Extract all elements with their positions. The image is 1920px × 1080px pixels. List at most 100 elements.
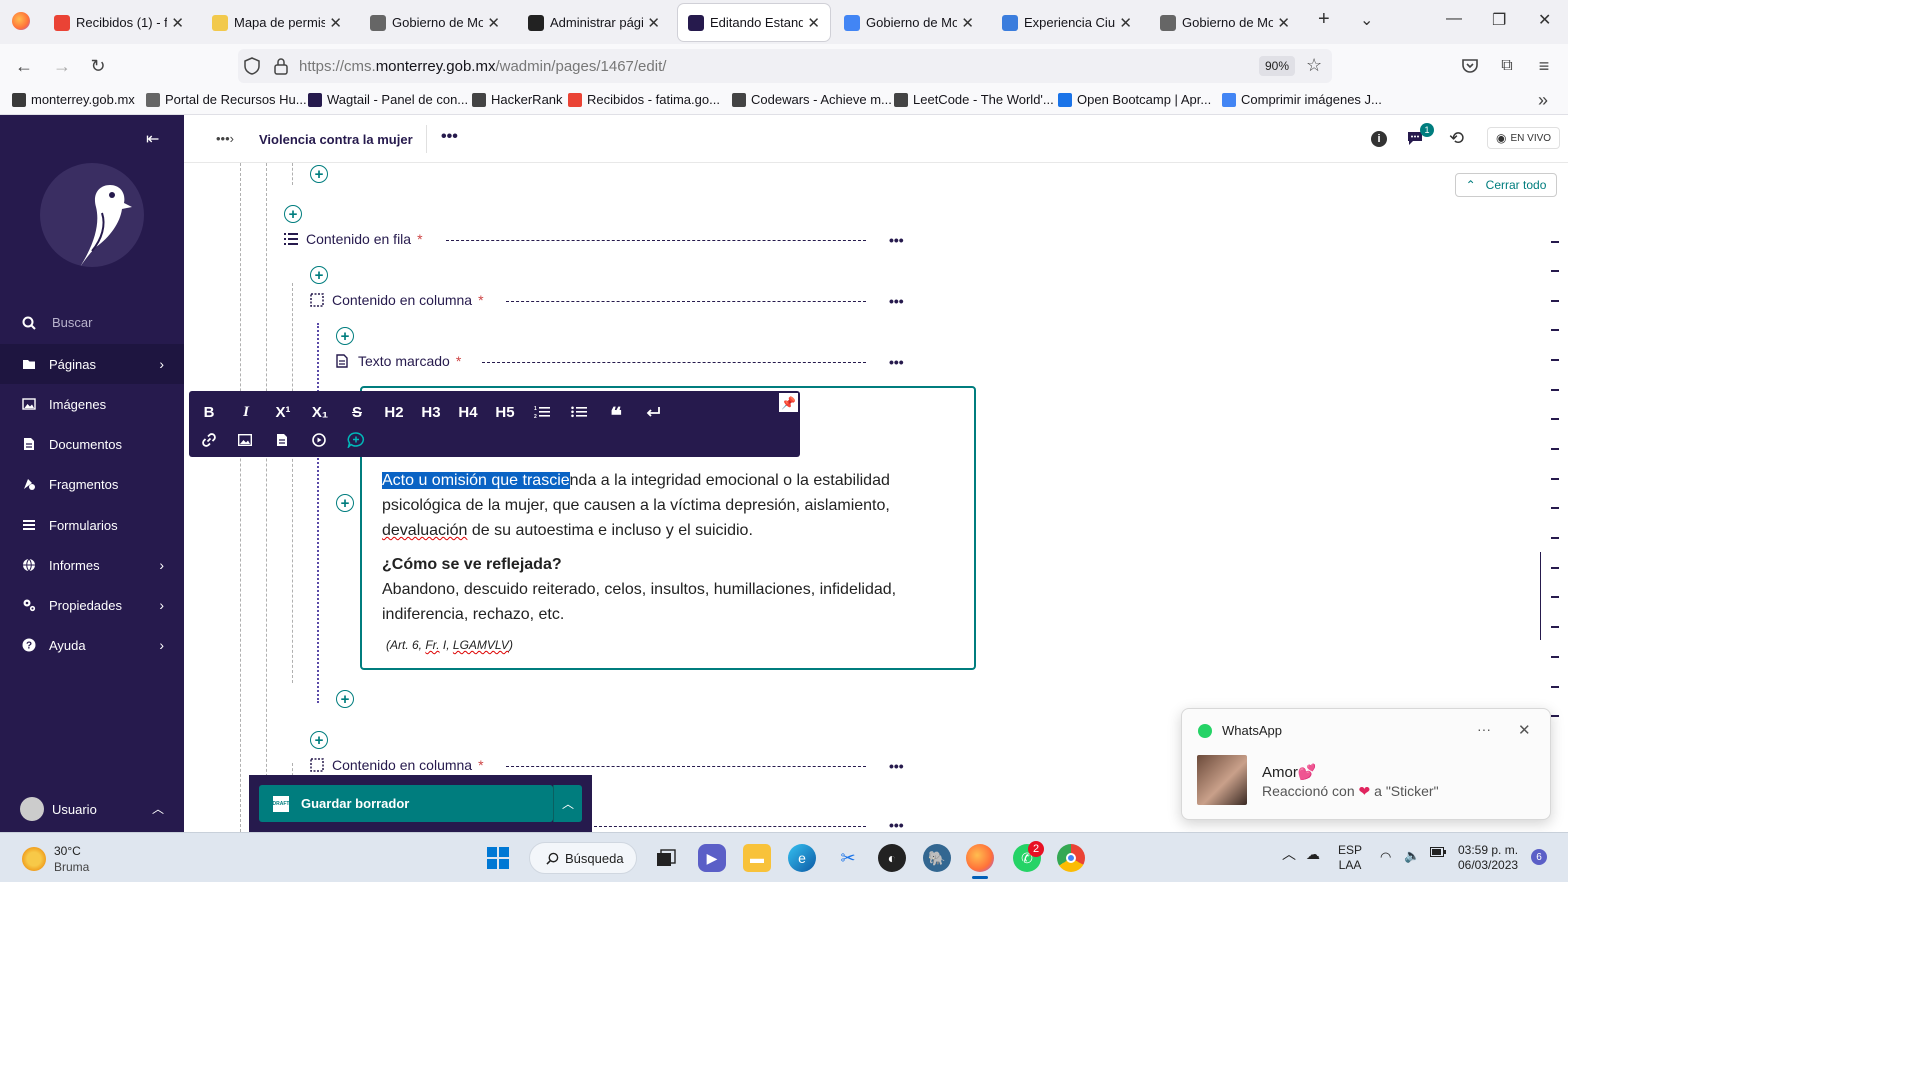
sidebar-item-formularios[interactable]: Formularios [0,505,184,545]
add-block-button[interactable]: + [336,327,354,345]
task-view-icon[interactable] [652,844,680,872]
heading3-button[interactable]: H3 [417,400,445,424]
live-status-button[interactable]: ◉ EN VIVO [1487,127,1561,149]
browser-tab[interactable]: Recibidos (1) - fatima✕ [44,4,194,41]
add-block-button[interactable]: + [310,731,328,749]
notification-count-badge[interactable]: 6 [1531,849,1547,865]
paragraph-text[interactable]: nda a la integridad emocional o la estab… [570,472,890,489]
bookmark-star-icon[interactable]: ☆ [1306,55,1322,76]
italic-button[interactable]: I [232,400,260,424]
blockquote-icon[interactable]: ❝ [602,400,630,427]
address-bar[interactable]: https://cms.monterrey.gob.mx/wadmin/page… [238,49,1332,83]
windows-start-icon[interactable] [484,844,512,872]
embed-icon[interactable] [305,428,333,452]
postgres-icon[interactable]: 🐘 [923,844,951,872]
show-hidden-icons-button[interactable]: ︿ [1282,847,1296,862]
close-tab-icon[interactable]: ✕ [1119,14,1132,32]
new-tab-button[interactable]: + [1318,8,1330,31]
more-actions-button[interactable]: ︿ [553,785,582,822]
lock-icon[interactable] [274,57,288,75]
block-header-text[interactable]: Texto marcado * [336,353,461,369]
more-bookmarks-icon[interactable]: » [1538,90,1548,111]
block-header-column[interactable]: Contenido en columna * [310,292,484,308]
minimize-button[interactable]: — [1446,10,1462,28]
heading2-button[interactable]: H2 [380,400,408,424]
info-icon[interactable]: i [1371,131,1387,147]
ordered-list-icon[interactable]: 12 [528,400,556,424]
browser-tab[interactable]: Editando Estandares✕ [678,4,830,41]
add-block-button[interactable]: + [310,266,328,284]
wifi-icon[interactable]: ◠ [1380,849,1391,864]
sidebar-item-informes[interactable]: Informes › [0,545,184,585]
user-menu[interactable]: Usuario ︿ [20,797,164,821]
sidebar-item-documentos[interactable]: Documentos [0,424,184,464]
subscript-button[interactable]: X₁ [306,400,334,424]
chrome-icon[interactable] [1057,844,1085,872]
editor-paragraph[interactable]: Abandono, descuido reiterado, celos, ins… [382,577,896,602]
add-block-button[interactable]: + [336,494,354,512]
editor-citation[interactable]: (Art. 6, Fr. I, LGAMVLV) [386,633,513,658]
superscript-button[interactable]: X¹ [269,400,297,424]
back-button[interactable]: ← [12,54,36,78]
bookmark-item[interactable]: LeetCode - The World'... [894,92,1054,107]
weather-widget[interactable]: 30°C Bruma [22,843,89,875]
browser-tab[interactable]: Administrar páginas✕ [518,4,670,41]
bookmark-item[interactable]: Open Bootcamp | Apr... [1058,92,1211,107]
misspelled-word[interactable]: devaluación [382,522,467,539]
block-menu-button[interactable]: ••• [889,354,904,370]
browser-tab[interactable]: Gobierno de Monterrey✕ [360,4,510,41]
close-tab-icon[interactable]: ✕ [329,14,342,32]
bookmark-item[interactable]: monterrey.gob.mx [12,92,135,107]
save-draft-button[interactable]: DRAFT Guardar borrador [259,785,553,822]
taskbar-search[interactable]: Búsqueda [529,842,637,874]
firefox-icon[interactable] [966,844,994,872]
bullet-list-icon[interactable] [565,400,593,424]
onedrive-icon[interactable]: ☁ [1306,847,1320,862]
editor-paragraph[interactable]: psicológica de la mujer, que causen a la… [382,493,890,518]
url-text[interactable]: https://cms.monterrey.gob.mx/wadmin/page… [299,58,666,75]
teams-chat-icon[interactable]: ▶ [698,844,726,872]
sidebar-item-ayuda[interactable]: ? Ayuda › [0,625,184,665]
comment-add-icon[interactable] [342,428,370,452]
close-tab-icon[interactable]: ✕ [647,14,660,32]
obs-icon[interactable]: ◐ [878,844,906,872]
sidebar-item-fragmentos[interactable]: Fragmentos [0,464,184,504]
line-break-icon[interactable] [639,400,667,424]
snipping-tool-icon[interactable]: ✂ [834,844,862,872]
hamburger-menu-icon[interactable]: ≡ [1532,54,1556,78]
sidebar-item-paginas[interactable]: Páginas › [0,344,184,384]
whatsapp-notification[interactable]: WhatsApp ··· ✕ Amor💕 Reaccionó con ❤ a "… [1181,708,1551,820]
shield-icon[interactable] [244,57,260,75]
bookmark-item[interactable]: Comprimir imágenes J... [1222,92,1382,107]
block-menu-button[interactable]: ••• [889,232,904,248]
block-menu-button[interactable]: ••• [889,817,904,832]
firefox-menu-icon[interactable] [12,12,30,30]
extensions-icon[interactable]: ⧉ [1495,54,1519,78]
add-block-button[interactable]: + [336,690,354,708]
browser-tab[interactable]: Mapa de permisos✕ [202,4,352,41]
collapse-sidebar-icon[interactable]: ⇤ [146,129,159,149]
close-all-button[interactable]: ⌃ Cerrar todo [1455,173,1557,197]
heading5-button[interactable]: H5 [491,400,519,424]
sidebar-search[interactable]: Buscar [22,315,92,330]
bookmark-item[interactable]: HackerRank [472,92,563,107]
clock[interactable]: 03:59 p. m. 06/03/2023 [1458,843,1518,873]
add-block-button[interactable]: + [284,205,302,223]
history-icon[interactable]: ⟲ [1449,128,1464,149]
browser-tab[interactable]: Gobierno de Monterrey✕ [834,4,984,41]
wagtail-logo[interactable] [40,163,144,267]
close-tab-icon[interactable]: ✕ [1277,14,1290,32]
close-tab-icon[interactable]: ✕ [487,14,500,32]
editor-paragraph[interactable]: devaluación de su autoestima e incluso y… [382,518,753,543]
bookmark-item[interactable]: Portal de Recursos Hu... [146,92,307,107]
edge-icon[interactable]: e [788,844,816,872]
paragraph-text[interactable]: de su autoestima e incluso y el suicidio… [467,522,753,539]
heading4-button[interactable]: H4 [454,400,482,424]
restore-button[interactable]: ❐ [1492,10,1506,30]
close-tab-icon[interactable]: ✕ [961,14,974,32]
volume-icon[interactable]: 🔈 [1404,848,1420,863]
sidebar-item-imagenes[interactable]: Imágenes [0,384,184,424]
block-header-row[interactable]: Contenido en fila * [284,231,423,247]
strikethrough-button[interactable]: S [343,400,371,424]
link-icon[interactable] [195,428,223,452]
